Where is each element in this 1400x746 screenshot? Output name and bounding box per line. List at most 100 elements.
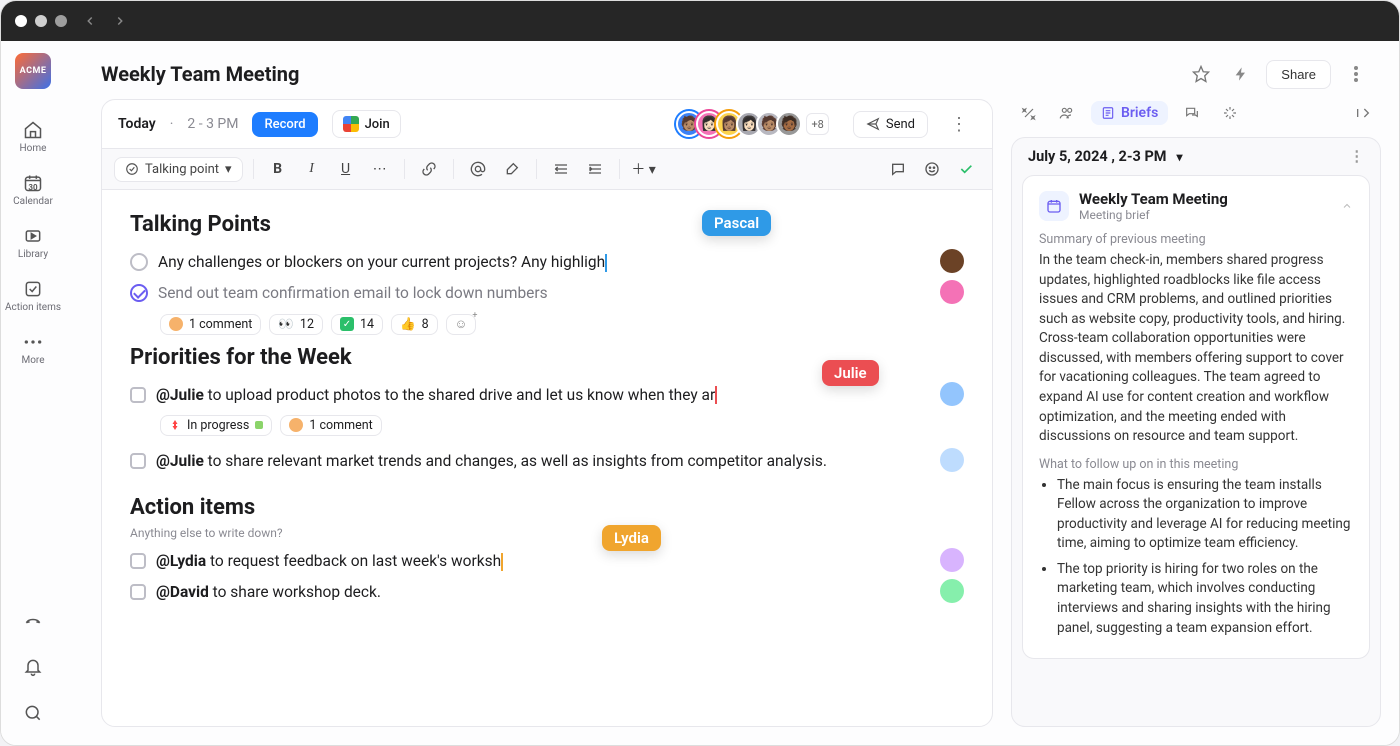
nav-back-icon[interactable]: [83, 14, 97, 28]
app-window: ACME Home 30 Calendar Library: [0, 0, 1400, 746]
header-more-icon[interactable]: [1341, 59, 1371, 89]
talking-point-item[interactable]: Send out team confirmation email to lock…: [130, 278, 964, 309]
meeting-date: Today: [118, 116, 156, 132]
mention-icon[interactable]: [464, 155, 492, 183]
rail-item-library[interactable]: Library: [1, 219, 65, 266]
checked-circle-icon[interactable]: [130, 284, 148, 302]
rail-item-calendar[interactable]: 30 Calendar: [1, 166, 65, 213]
action-item[interactable]: @Lydia to request feedback on last week'…: [130, 546, 964, 577]
highlight-icon[interactable]: [498, 155, 526, 183]
more-format-icon[interactable]: ⋯: [366, 155, 394, 183]
send-button[interactable]: Send: [853, 111, 928, 138]
join-button[interactable]: Join: [332, 110, 401, 138]
share-button[interactable]: Share: [1266, 60, 1331, 89]
talking-point-item[interactable]: Any challenges or blockers on your curre…: [130, 247, 964, 278]
section-action-items-hint: Anything else to write down?: [130, 526, 964, 540]
nav-forward-icon[interactable]: [113, 14, 127, 28]
checkbox-icon[interactable]: [130, 553, 146, 569]
rp-tab-chat-icon[interactable]: [1178, 99, 1206, 127]
brief-followup-list: The main focus is ensuring the team inst…: [1057, 476, 1353, 639]
checkbox-icon[interactable]: [130, 453, 146, 469]
line-author-avatar[interactable]: [940, 548, 964, 572]
brief-more-icon[interactable]: ⋮: [1350, 148, 1365, 165]
line-author-avatar[interactable]: [940, 448, 964, 472]
rp-tab-sparkle-icon[interactable]: [1216, 99, 1244, 127]
brief-subtitle: Meeting brief: [1079, 208, 1228, 222]
brief-date-select[interactable]: July 5, 2024 , 2-3 PM ▾ ⋮: [1012, 138, 1380, 175]
doc-header: Weekly Team Meeting Share: [65, 41, 1399, 99]
record-button[interactable]: Record: [252, 112, 317, 137]
chip-add-reaction[interactable]: ☺+: [446, 314, 477, 335]
app-logo[interactable]: ACME: [15, 53, 51, 89]
chip-thumb[interactable]: 👍8: [391, 314, 438, 335]
chip-status[interactable]: In progress: [160, 415, 272, 436]
rail-item-more[interactable]: More: [1, 325, 65, 372]
attendee-avatars[interactable]: 🧑🏽 👩🏻 👩🏽 👩🏻 🧑🏽 🧑🏾 +8: [682, 111, 828, 137]
checkbox-icon[interactable]: [130, 387, 146, 403]
priority-item[interactable]: @Julie to upload product photos to the s…: [130, 380, 964, 411]
brief-card: Weekly Team Meeting Meeting brief Summar…: [1022, 175, 1370, 659]
chevron-down-icon: ▾: [225, 162, 232, 177]
section-talking-points: Talking Points: [130, 212, 964, 237]
indent-out-icon[interactable]: [547, 155, 575, 183]
chip-comment[interactable]: 1 comment: [280, 415, 381, 436]
chip-comment[interactable]: 1 comment: [160, 314, 261, 335]
check-square-icon: [22, 278, 44, 300]
rail-item-action-items[interactable]: Action items: [1, 272, 65, 319]
calendar-badge-icon: [1039, 191, 1069, 221]
add-block-icon[interactable]: ＋ ▾: [630, 155, 658, 183]
block-type-select[interactable]: Talking point ▾: [114, 157, 243, 182]
chip-check[interactable]: ✓14: [331, 314, 383, 335]
meeting-bar: Today · 2 - 3 PM Record Join 🧑🏽 👩🏻 👩🏽: [102, 100, 992, 149]
bold-button[interactable]: B: [264, 155, 292, 183]
action-item[interactable]: @David to share workshop deck.: [130, 577, 964, 608]
google-meet-icon: [343, 116, 359, 132]
done-check-icon[interactable]: [952, 155, 980, 183]
brief-summary-text: In the team check-in, members shared pro…: [1039, 251, 1353, 447]
traffic-max[interactable]: [55, 15, 67, 27]
reaction-chips: 1 comment 👀12 ✓14 👍8 ☺+: [160, 314, 964, 335]
doc-title[interactable]: Weekly Team Meeting: [101, 62, 299, 86]
home-icon: [22, 119, 44, 141]
comment-icon[interactable]: [884, 155, 912, 183]
meeting-time: 2 - 3 PM: [187, 116, 238, 132]
rp-tab-people-icon[interactable]: [1053, 99, 1081, 127]
emoji-icon[interactable]: [918, 155, 946, 183]
bolt-icon[interactable]: [1226, 59, 1256, 89]
priority-item[interactable]: @Julie to share relevant market trends a…: [130, 446, 964, 477]
rp-tab-briefs[interactable]: Briefs: [1091, 101, 1168, 125]
search-icon[interactable]: [23, 693, 43, 733]
chip-eyes[interactable]: 👀12: [269, 314, 323, 335]
line-author-avatar[interactable]: [940, 249, 964, 273]
chevron-down-icon: ▾: [1177, 150, 1183, 164]
brief-title: Weekly Team Meeting: [1079, 190, 1228, 208]
meeting-bar-more-icon[interactable]: ⋮: [942, 114, 976, 135]
unchecked-circle-icon[interactable]: [130, 253, 148, 271]
bell-icon[interactable]: [23, 647, 43, 687]
line-author-avatar[interactable]: [940, 382, 964, 406]
rp-tab-wand-icon[interactable]: [1015, 99, 1043, 127]
italic-button[interactable]: I: [298, 155, 326, 183]
line-author-avatar[interactable]: [940, 579, 964, 603]
attendee-overflow[interactable]: +8: [806, 113, 828, 135]
rail-bottom-icon-1[interactable]: [23, 601, 43, 641]
brief-collapse-icon[interactable]: [1341, 200, 1353, 212]
macos-titlebar: [1, 1, 1399, 41]
library-icon: [22, 225, 44, 247]
section-action-items: Action items: [130, 495, 964, 520]
traffic-close[interactable]: [15, 15, 27, 27]
editor-card: Today · 2 - 3 PM Record Join 🧑🏽 👩🏻 👩🏽: [101, 99, 993, 727]
rail-item-home[interactable]: Home: [1, 113, 65, 160]
collapse-panel-icon[interactable]: [1349, 99, 1377, 127]
star-icon[interactable]: [1186, 59, 1216, 89]
link-icon[interactable]: [415, 155, 443, 183]
indent-in-icon[interactable]: [581, 155, 609, 183]
underline-button[interactable]: U: [332, 155, 360, 183]
brief-summary-label: Summary of previous meeting: [1039, 232, 1353, 247]
doc-body[interactable]: Talking Points Any challenges or blocker…: [102, 190, 992, 726]
line-author-avatar[interactable]: [940, 280, 964, 304]
checkbox-icon[interactable]: [130, 584, 146, 600]
editor-toolbar: Talking point ▾ B I U ⋯: [102, 149, 992, 190]
traffic-min[interactable]: [35, 15, 47, 27]
left-nav-rail: ACME Home 30 Calendar Library: [1, 41, 65, 745]
